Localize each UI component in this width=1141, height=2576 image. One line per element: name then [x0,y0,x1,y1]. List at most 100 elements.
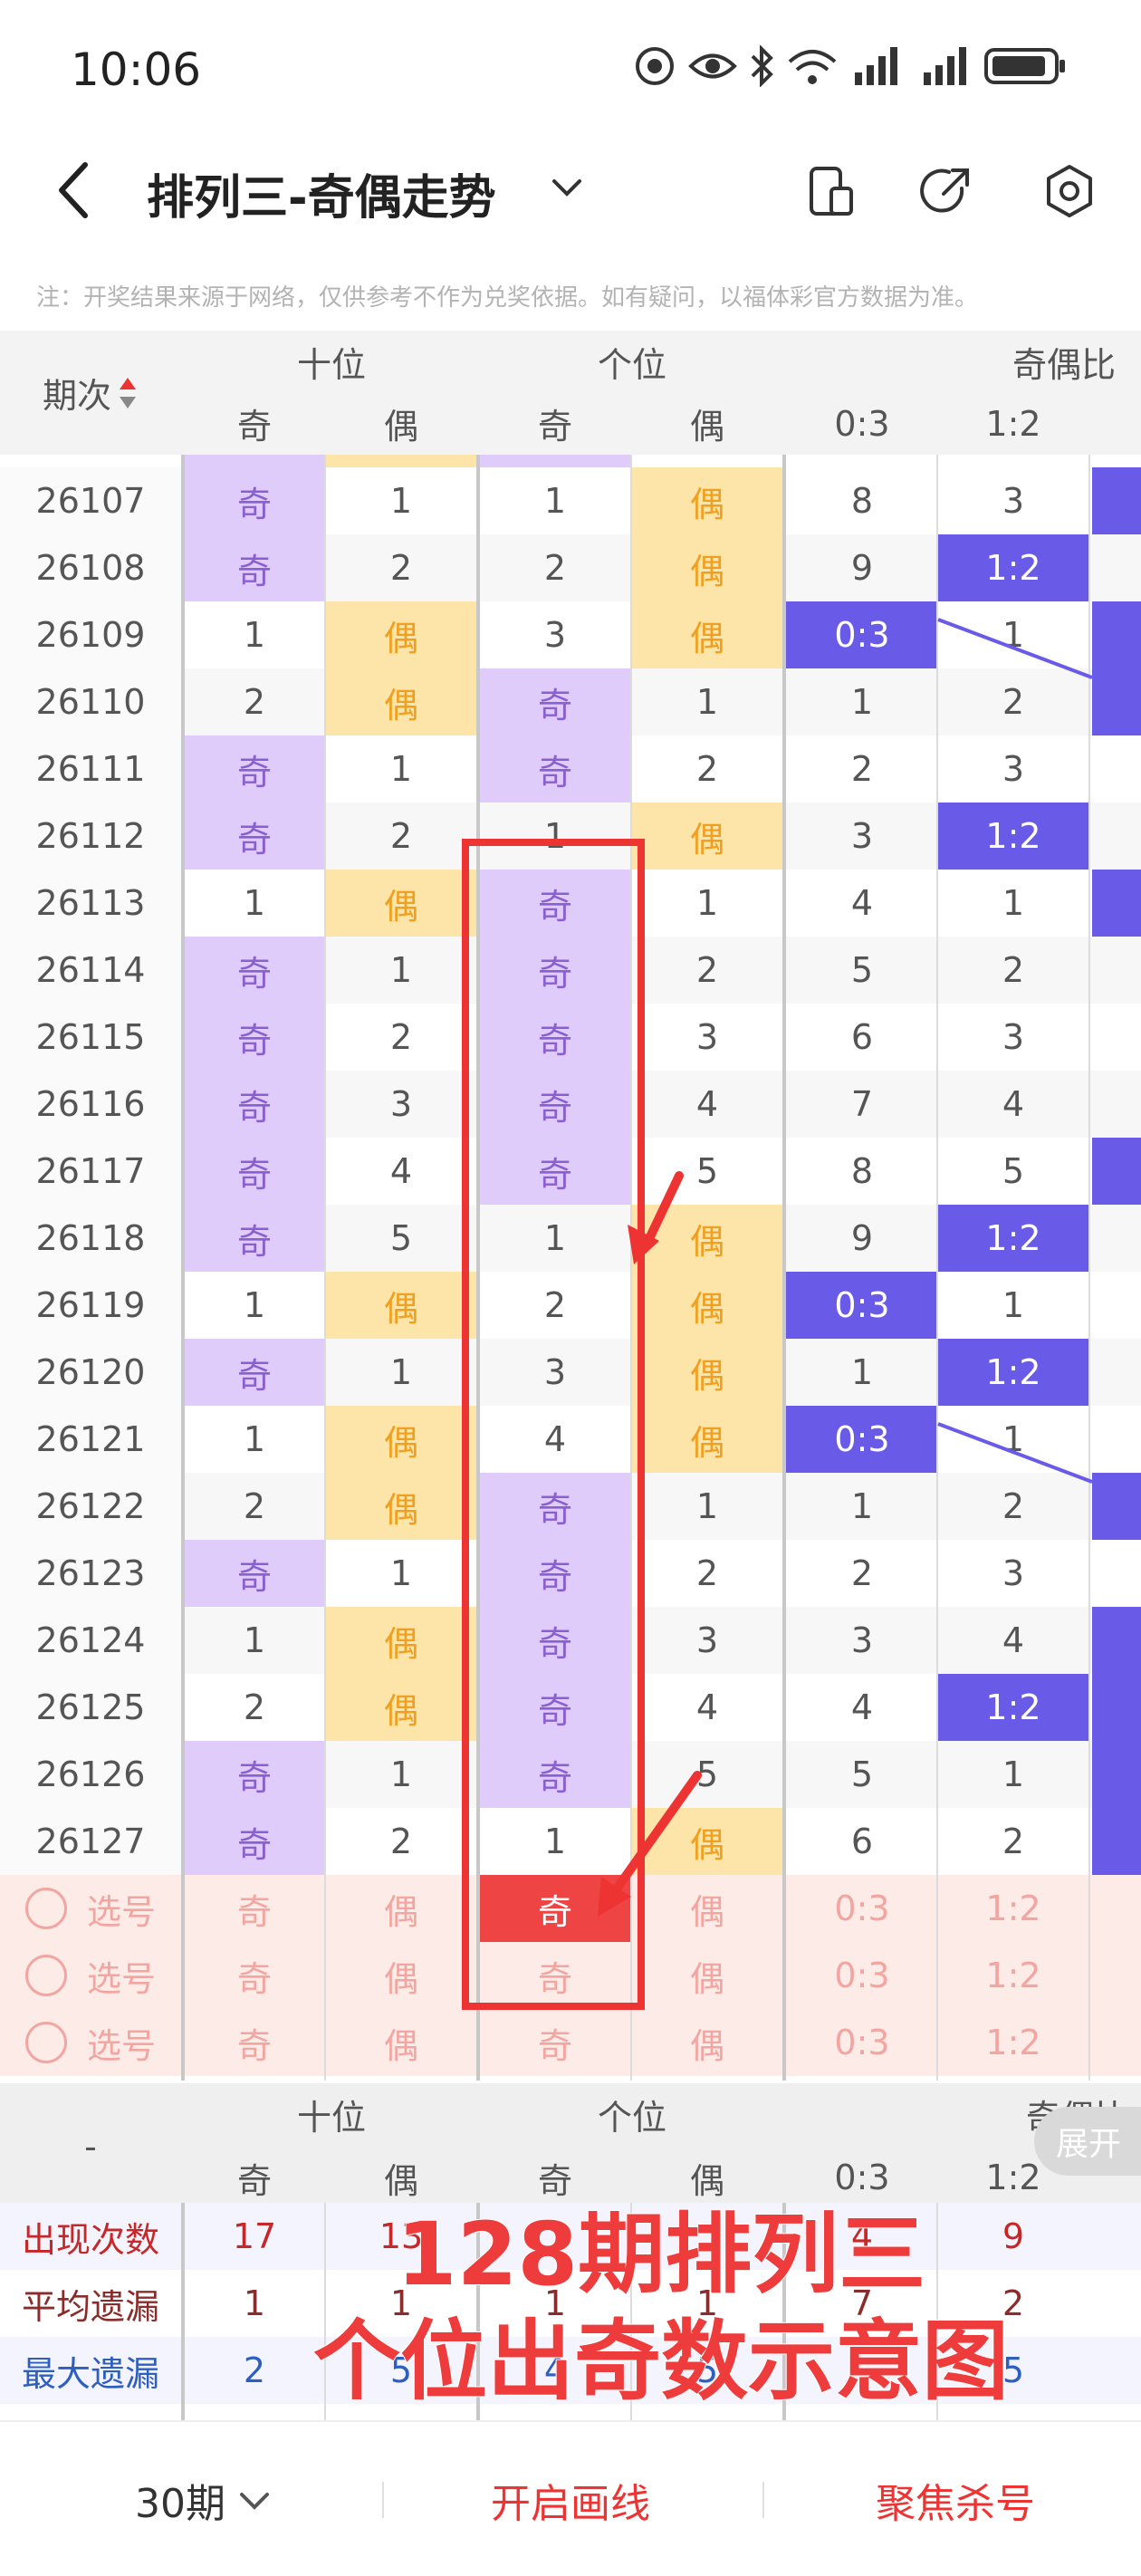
table-row[interactable]: 26107 奇 1 1 偶 8 3 [0,467,1141,534]
pick-cell[interactable]: 奇 [480,2009,630,2076]
pick-cell[interactable]: 偶 [632,1942,782,2009]
pick-cell-selected[interactable]: 奇 [480,1875,630,1942]
pick-cell[interactable]: 0:3 [786,1875,938,1942]
period-selector[interactable]: 30期 [91,2422,317,2576]
table-row[interactable]: 26126 奇 1 奇 5 5 1 [0,1741,1141,1808]
table-row[interactable]: 26125 2 偶奇 4 4 1:2 [0,1674,1141,1741]
pick-cell[interactable]: 偶 [632,1875,782,1942]
trend-cell: 1 [1002,1754,1025,1794]
pick-row[interactable]: 选号奇偶奇偶 0:3 1:2 [0,2009,1141,2076]
period-cell: 26113 [0,870,181,937]
radio-circle-icon[interactable] [24,1888,67,1929]
sub-header-units-even: 偶 [689,407,724,447]
focus-kill-button[interactable]: 聚焦杀号 [806,2422,1105,2576]
period-cell: 26119 [0,1272,181,1339]
grid-line [324,455,326,2081]
table-row[interactable]: 26122 2 偶奇 1 1 2 [0,1473,1141,1540]
trend-cell: 1 [243,1285,266,1325]
pick-row-label[interactable]: 选号 [0,1942,181,2009]
table-row[interactable]: 26123 奇 1 奇 2 2 3 [0,1540,1141,1607]
trend-cell: 奇 [185,803,324,870]
pick-row[interactable]: 选号奇偶奇偶 0:3 1:2 [0,1942,1141,2009]
table-row[interactable]: 26109 1 偶 3 偶 0:3 1 [0,601,1141,668]
pick-cell[interactable]: 奇 [185,2009,324,2076]
trend-cell: 5 [695,1151,719,1191]
trend-cell: 2 [389,548,413,588]
group-header-ratio: 奇偶比 [1012,344,1116,385]
trend-cell: 1 [543,1821,567,1861]
annotation-caption: 128期排列三 个位出奇数示意图 [254,2201,1069,2415]
trend-cell: 6 [850,1017,874,1057]
period-cell: 26116 [0,1071,181,1138]
notification-icon [636,47,674,85]
table-row[interactable]: 26120 奇 1 3 偶 1 1:2 [0,1339,1141,1406]
summary-row-label: 平均遗漏 [21,2286,159,2327]
pick-cell[interactable]: 偶 [326,1875,476,1942]
bottom-divider-2 [762,2482,764,2518]
phone-mode-icon[interactable] [801,161,860,221]
page-title[interactable]: 排列三-奇偶走势 [147,159,496,227]
pick-cell[interactable]: 0:3 [786,2009,938,2076]
ratio-edge-cell [1092,1339,1141,1406]
ratio-edge-cell [1092,1004,1141,1071]
period-cell: 26117 [0,1138,181,1205]
share-icon[interactable] [916,161,976,221]
trend-cell: 1:2 [938,1205,1088,1272]
annotation-line-1: 128期排列三 [396,2203,926,2306]
partial-even [326,455,476,467]
table-row[interactable]: 26114 奇 1 奇 2 5 2 [0,937,1141,1004]
status-bar: 10:06 [0,0,1141,136]
table-row[interactable]: 26124 1 偶奇 3 3 4 [0,1607,1141,1674]
pick-row-label[interactable]: 选号 [0,1875,181,1942]
period-header[interactable]: 期次 [0,331,181,455]
table-row[interactable]: 26112 奇 2 1 偶 3 1:2 [0,803,1141,870]
settings-icon[interactable] [1040,161,1099,221]
table-row[interactable]: 26115 奇 2 奇 3 6 3 [0,1004,1141,1071]
pick-cell[interactable]: 偶 [326,1942,476,2009]
table-row[interactable]: 26113 1 偶奇 1 4 1 [0,870,1141,937]
table-row[interactable]: 26118 奇 5 1 偶 9 1:2 [0,1205,1141,1272]
table-row[interactable]: 26127 奇 2 1 偶 6 2 [0,1808,1141,1875]
signal-icon [855,47,897,85]
period-cell: 26108 [0,534,181,601]
trend-cell: 3 [1002,1017,1025,1057]
draw-line-button[interactable]: 开启画线 [426,2422,715,2576]
trend-cell: 2 [243,1486,266,1526]
pick-cell[interactable]: 0:3 [786,1942,938,2009]
expand-button[interactable]: 展开 [1034,2107,1141,2176]
trend-cell: 奇 [480,1473,630,1540]
table-row[interactable]: 26111 奇 1 奇 2 2 3 [0,735,1141,803]
table-row[interactable]: 26119 1 偶 2 偶 0:3 1 [0,1272,1141,1339]
table-row[interactable]: 26110 2 偶奇 1 1 2 [0,668,1141,735]
trend-cell: 1 [695,1486,719,1526]
pick-cell[interactable]: 奇 [480,1942,630,2009]
chevron-down-icon[interactable] [549,168,585,205]
pick-cell[interactable]: 1:2 [938,1942,1088,2009]
pick-cell[interactable]: 奇 [185,1875,324,1942]
trend-cell: 1 [543,1218,567,1258]
table-row[interactable]: 26121 1 偶 4 偶 0:3 1 [0,1406,1141,1473]
trend-cell: 奇 [185,1741,324,1808]
pick-cell[interactable]: 1:2 [938,2009,1088,2076]
trend-cell: 1 [389,1754,413,1794]
sort-icon [120,377,136,409]
trend-table[interactable]: 26107 奇 1 1 偶 8 3 26108 奇 2 2 偶 9 1:2 26109 1 偶 3 偶 0:3 1 261… [0,455,1141,2081]
table-row[interactable]: 26117 奇 4 奇 5 8 5 [0,1138,1141,1205]
trend-cell: 1:2 [938,1339,1088,1406]
trend-cell: 1 [389,749,413,789]
table-row[interactable]: 26116 奇 3 奇 4 7 4 [0,1071,1141,1138]
pick-row[interactable]: 选号奇偶奇偶 0:3 1:2 [0,1875,1141,1942]
pick-cell[interactable]: 偶 [326,2009,476,2076]
period-cell: 26123 [0,1540,181,1607]
trend-cell: 奇 [185,937,324,1004]
pick-row-label[interactable]: 选号 [0,2009,181,2076]
pick-cell[interactable]: 奇 [185,1942,324,2009]
pick-cell[interactable]: 偶 [632,2009,782,2076]
radio-circle-icon[interactable] [24,2022,67,2063]
pick-cell[interactable]: 1:2 [938,1875,1088,1942]
back-arrow-icon[interactable] [47,154,101,226]
radio-circle-icon[interactable] [24,1955,67,1996]
grid-line [1088,455,1090,2081]
trend-cell: 奇 [480,1138,630,1205]
table-row[interactable]: 26108 奇 2 2 偶 9 1:2 [0,534,1141,601]
